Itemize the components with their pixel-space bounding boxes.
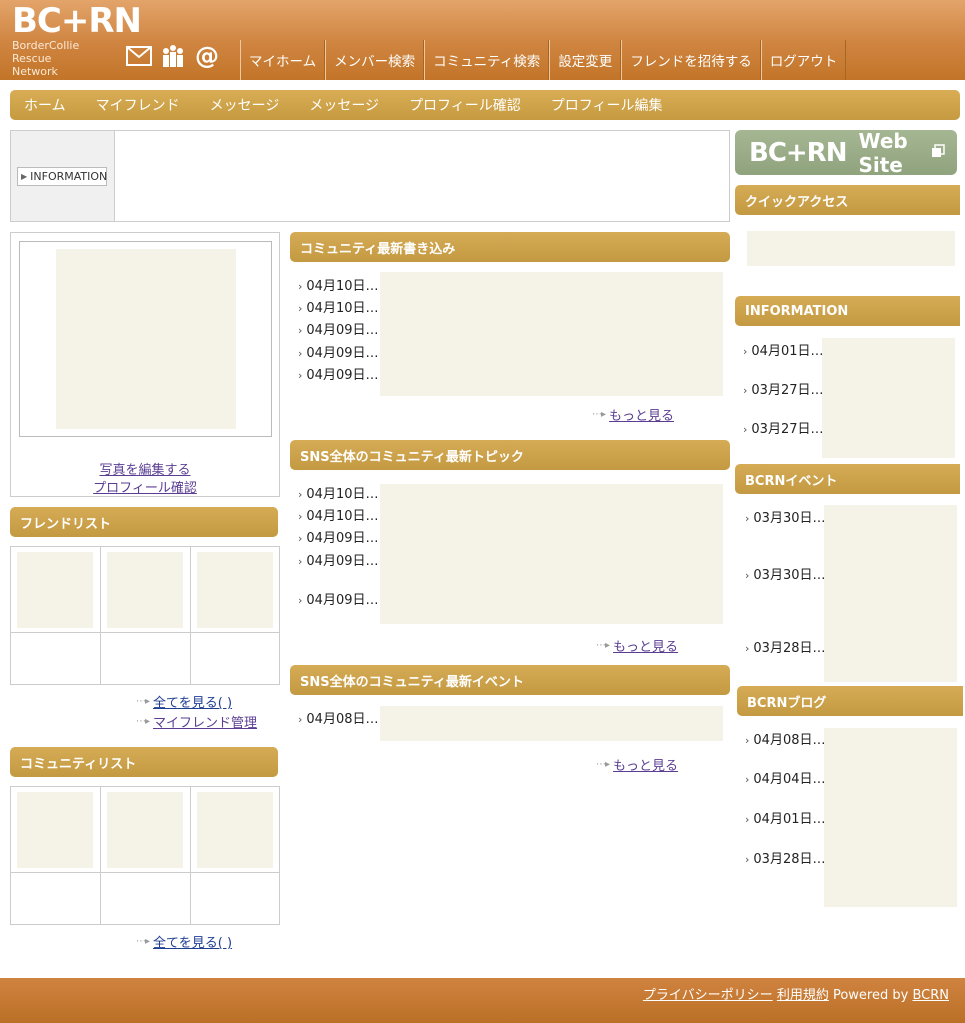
- nav-logout[interactable]: ログアウト: [760, 40, 847, 80]
- friend-thumb[interactable]: [17, 552, 93, 628]
- subnav-profile-edit[interactable]: プロフィール編集: [539, 95, 675, 115]
- list-item[interactable]: › 04月09日…: [298, 527, 379, 546]
- list-item[interactable]: › 04月01日…: [743, 340, 824, 359]
- list-item[interactable]: › 04月10日…: [298, 297, 379, 316]
- list-item[interactable]: › 04月09日…: [298, 342, 379, 361]
- edit-photo-link[interactable]: 写真を編集する: [99, 463, 190, 478]
- posts-more-link[interactable]: ⋯▸ もっと見る: [592, 405, 674, 424]
- logo-subtitle-1: BorderCollie: [12, 39, 80, 52]
- list-item[interactable]: › 04月09日…: [298, 319, 379, 338]
- events-more-link[interactable]: ⋯▸ もっと見る: [596, 755, 678, 774]
- topics-more-link[interactable]: ⋯▸ もっと見る: [596, 636, 678, 655]
- information-button-label: INFORMATION: [30, 170, 108, 183]
- subnav-my-friend[interactable]: マイフレンド: [84, 95, 192, 115]
- community-list-grid: [10, 786, 280, 925]
- website-banner[interactable]: BC+RN Web Site: [735, 129, 957, 177]
- list-item[interactable]: › 04月08日…: [298, 708, 379, 727]
- list-item[interactable]: › 04月01日…: [745, 808, 826, 827]
- sns-latest-events-header: SNS全体のコミュニティ最新イベント: [290, 665, 730, 695]
- friend-view-all[interactable]: ⋯▸ 全てを見る( ): [136, 692, 232, 711]
- global-nav: マイホーム メンバー検索 コミュニティ検索 設定変更 フレンドを招待する ログア…: [240, 40, 847, 80]
- nav-my-home[interactable]: マイホーム: [240, 40, 326, 80]
- list-item[interactable]: › 04月08日…: [745, 729, 826, 748]
- sub-nav: ホーム マイフレンド メッセージ メッセージ プロフィール確認 プロフィール編集: [10, 90, 960, 120]
- bcrn-event-placeholder: [824, 505, 957, 682]
- friend-thumb[interactable]: [197, 552, 273, 628]
- profile-photo: [56, 249, 236, 429]
- information-placeholder: [822, 338, 955, 458]
- profile-check-link[interactable]: プロフィール確認: [93, 481, 197, 496]
- privacy-policy-link[interactable]: プライバシーポリシー: [643, 988, 773, 1003]
- community-view-all[interactable]: ⋯▸ 全てを見る( ): [136, 932, 232, 951]
- subnav-home[interactable]: ホーム: [12, 95, 78, 115]
- posts-placeholder: [380, 272, 723, 396]
- list-item[interactable]: › 04月04日…: [745, 768, 826, 787]
- community-thumb[interactable]: [197, 792, 273, 868]
- information-button[interactable]: ▶ INFORMATION: [17, 167, 107, 186]
- list-item[interactable]: › 04月10日…: [298, 505, 379, 524]
- arrow-icon: ⋯▸: [592, 409, 606, 420]
- community-latest-posts-header: コミュニティ最新書き込み: [290, 232, 730, 262]
- subnav-profile-check[interactable]: プロフィール確認: [397, 95, 533, 115]
- terms-link[interactable]: 利用規約: [777, 988, 829, 1003]
- arrow-icon: ⋯▸: [136, 936, 150, 947]
- arrow-icon: ⋯▸: [596, 759, 610, 770]
- logo-mark: BC+RN: [12, 1, 142, 41]
- arrow-icon: ⋯▸: [136, 696, 150, 707]
- bcrn-event-header: BCRNイベント: [735, 464, 960, 494]
- profile-photo-frame: [19, 241, 272, 437]
- list-item[interactable]: › 03月27日…: [743, 418, 824, 437]
- list-item[interactable]: › 03月27日…: [743, 379, 824, 398]
- mail-icon[interactable]: [126, 44, 152, 68]
- list-item[interactable]: › 04月09日…: [298, 589, 379, 608]
- list-item[interactable]: › 04月09日…: [298, 364, 379, 383]
- friend-list-header: フレンドリスト: [10, 507, 278, 537]
- site-logo[interactable]: BC+RN BorderCollie Rescue Network: [12, 1, 142, 78]
- site-footer: プライバシーポリシー 利用規約 Powered by BCRN: [0, 978, 965, 1023]
- events-placeholder: [380, 706, 723, 741]
- website-banner-logo: BC+RN: [749, 137, 847, 168]
- logo-subtitle-3: Network: [12, 65, 58, 78]
- community-thumb[interactable]: [17, 792, 93, 868]
- information-box: ▶ INFORMATION: [10, 130, 730, 222]
- list-item[interactable]: › 03月30日…: [745, 507, 826, 526]
- site-header: BC+RN BorderCollie Rescue Network @ マイホー…: [0, 0, 965, 80]
- friend-list-grid: [10, 546, 280, 685]
- list-item[interactable]: › 03月30日…: [745, 564, 826, 583]
- list-item[interactable]: › 04月09日…: [298, 550, 379, 569]
- topics-placeholder: [380, 484, 723, 624]
- nav-member-search[interactable]: メンバー検索: [325, 40, 425, 80]
- arrow-icon: ⋯▸: [136, 716, 150, 727]
- list-item[interactable]: › 03月28日…: [745, 848, 826, 867]
- subnav-message[interactable]: メッセージ: [198, 95, 292, 115]
- friend-manage[interactable]: ⋯▸ マイフレンド管理: [136, 712, 257, 731]
- quick-access-placeholder: [747, 231, 955, 266]
- information-header: INFORMATION: [735, 296, 960, 326]
- quick-access-header: クイックアクセス: [735, 185, 960, 215]
- friend-thumb[interactable]: [107, 552, 183, 628]
- profile-box: 写真を編集する プロフィール確認: [10, 232, 280, 497]
- nav-settings[interactable]: 設定変更: [549, 40, 622, 80]
- list-item[interactable]: › 03月28日…: [745, 637, 826, 656]
- list-item[interactable]: › 04月10日…: [298, 483, 379, 502]
- logo-subtitle-2: Rescue: [12, 52, 52, 65]
- play-icon: ▶: [21, 172, 28, 181]
- nav-invite-friend[interactable]: フレンドを招待する: [621, 40, 761, 80]
- subnav-message-2[interactable]: メッセージ: [297, 95, 391, 115]
- bcrn-blog-placeholder: [824, 728, 957, 907]
- powered-by-text: Powered by: [832, 988, 909, 1003]
- sns-latest-topics-header: SNS全体のコミュニティ最新トピック: [290, 440, 730, 470]
- at-icon[interactable]: @: [194, 42, 220, 70]
- list-item[interactable]: › 04月10日…: [298, 275, 379, 294]
- community-thumb[interactable]: [107, 792, 183, 868]
- external-window-icon: [931, 144, 945, 158]
- arrow-icon: ⋯▸: [596, 640, 610, 651]
- community-list-header: コミュニティリスト: [10, 747, 278, 777]
- nav-community-search[interactable]: コミュニティ検索: [424, 40, 550, 80]
- people-icon[interactable]: [160, 44, 186, 68]
- bcrn-link[interactable]: BCRN: [912, 988, 949, 1003]
- bcrn-blog-header: BCRNブログ: [737, 686, 963, 716]
